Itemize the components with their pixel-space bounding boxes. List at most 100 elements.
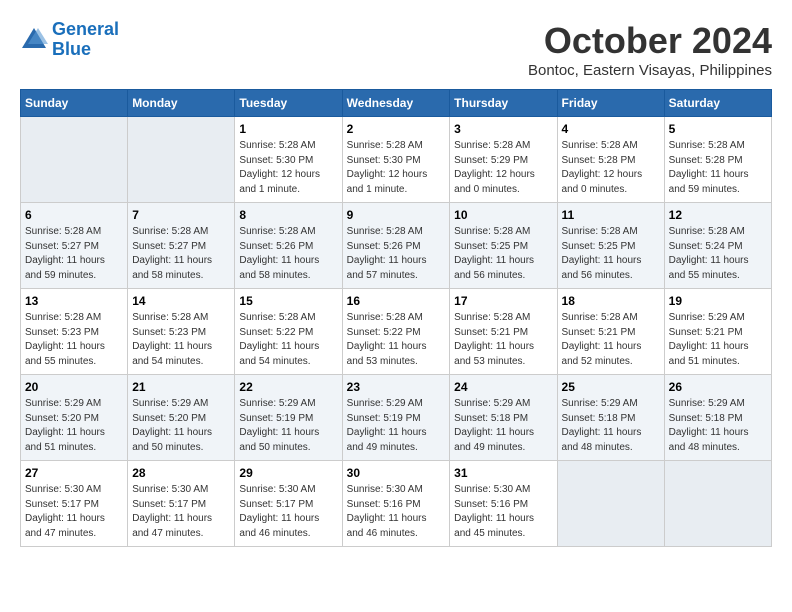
header-cell-tuesday: Tuesday	[235, 90, 342, 117]
day-number: 22	[239, 380, 337, 394]
header-cell-wednesday: Wednesday	[342, 90, 450, 117]
day-info: Sunrise: 5:28 AMSunset: 5:24 PMDaylight:…	[669, 225, 767, 283]
day-cell: 17 Sunrise: 5:28 AMSunset: 5:21 PMDayligh…	[450, 289, 557, 375]
logo-icon	[20, 26, 48, 54]
day-info: Sunrise: 5:28 AMSunset: 5:27 PMDaylight:…	[25, 225, 123, 283]
day-cell	[128, 117, 235, 203]
day-number: 13	[25, 294, 123, 308]
day-cell: 4 Sunrise: 5:28 AMSunset: 5:28 PMDaylight…	[557, 117, 664, 203]
page-header: General Blue October 2024 Bontoc, Easter…	[20, 20, 772, 79]
header-cell-friday: Friday	[557, 90, 664, 117]
day-number: 17	[454, 294, 552, 308]
day-cell: 22 Sunrise: 5:29 AMSunset: 5:19 PMDayligh…	[235, 375, 342, 461]
day-cell: 24Sunrise: 5:29 AMSunset: 5:18 PMDayligh…	[450, 375, 557, 461]
day-number: 28	[132, 466, 230, 480]
day-cell: 15Sunrise: 5:28 AMSunset: 5:22 PMDayligh…	[235, 289, 342, 375]
day-info: Sunrise: 5:28 AMSunset: 5:21 PMDaylight:…	[562, 311, 660, 369]
calendar-header: SundayMondayTuesdayWednesdayThursdayFrid…	[21, 90, 772, 117]
day-info: Sunrise: 5:29 AMSunset: 5:21 PMDaylight:…	[669, 311, 767, 369]
day-info: Sunrise: 5:28 AMSunset: 5:22 PMDaylight:…	[239, 311, 337, 369]
day-info: Sunrise: 5:28 AMSunset: 5:26 PMDaylight:…	[347, 225, 446, 283]
day-cell: 13 Sunrise: 5:28 AMSunset: 5:23 PMDayligh…	[21, 289, 128, 375]
day-info: Sunrise: 5:29 AMSunset: 5:20 PMDaylight:…	[25, 397, 123, 455]
day-number: 9	[347, 208, 446, 222]
calendar-table: SundayMondayTuesdayWednesdayThursdayFrid…	[20, 89, 772, 547]
day-cell: 14 Sunrise: 5:28 AMSunset: 5:23 PMDayligh…	[128, 289, 235, 375]
day-cell: 27Sunrise: 5:30 AMSunset: 5:17 PMDayligh…	[21, 461, 128, 547]
day-info: Sunrise: 5:28 AMSunset: 5:28 PMDaylight:…	[669, 139, 767, 197]
day-cell: 3Sunrise: 5:28 AMSunset: 5:29 PMDaylight…	[450, 117, 557, 203]
month-title: October 2024	[528, 20, 772, 62]
day-info: Sunrise: 5:30 AMSunset: 5:17 PMDaylight:…	[239, 483, 337, 541]
day-cell: 30Sunrise: 5:30 AMSunset: 5:16 PMDayligh…	[342, 461, 450, 547]
day-cell: 21 Sunrise: 5:29 AMSunset: 5:20 PMDayligh…	[128, 375, 235, 461]
day-info: Sunrise: 5:28 AMSunset: 5:23 PMDaylight:…	[25, 311, 123, 369]
day-cell	[21, 117, 128, 203]
header-cell-thursday: Thursday	[450, 90, 557, 117]
day-cell: 8 Sunrise: 5:28 AMSunset: 5:26 PMDaylight…	[235, 203, 342, 289]
title-block: October 2024 Bontoc, Eastern Visayas, Ph…	[528, 20, 772, 79]
day-cell: 31Sunrise: 5:30 AMSunset: 5:16 PMDayligh…	[450, 461, 557, 547]
day-info: Sunrise: 5:28 AMSunset: 5:21 PMDaylight:…	[454, 311, 552, 369]
day-info: Sunrise: 5:29 AMSunset: 5:19 PMDaylight:…	[347, 397, 446, 455]
day-number: 19	[669, 294, 767, 308]
day-info: Sunrise: 5:28 AMSunset: 5:26 PMDaylight:…	[239, 225, 337, 283]
day-cell: 29Sunrise: 5:30 AMSunset: 5:17 PMDayligh…	[235, 461, 342, 547]
day-cell: 5 Sunrise: 5:28 AMSunset: 5:28 PMDaylight…	[664, 117, 771, 203]
day-cell: 7Sunrise: 5:28 AMSunset: 5:27 PMDaylight…	[128, 203, 235, 289]
day-info: Sunrise: 5:28 AMSunset: 5:28 PMDaylight:…	[562, 139, 660, 197]
header-row: SundayMondayTuesdayWednesdayThursdayFrid…	[21, 90, 772, 117]
day-number: 14	[132, 294, 230, 308]
day-number: 11	[562, 208, 660, 222]
day-cell: 10Sunrise: 5:28 AMSunset: 5:25 PMDayligh…	[450, 203, 557, 289]
day-info: Sunrise: 5:30 AMSunset: 5:16 PMDaylight:…	[454, 483, 552, 541]
day-cell: 26 Sunrise: 5:29 AMSunset: 5:18 PMDayligh…	[664, 375, 771, 461]
day-info: Sunrise: 5:29 AMSunset: 5:20 PMDaylight:…	[132, 397, 230, 455]
header-cell-sunday: Sunday	[21, 90, 128, 117]
header-cell-saturday: Saturday	[664, 90, 771, 117]
day-number: 18	[562, 294, 660, 308]
day-number: 7	[132, 208, 230, 222]
day-number: 26	[669, 380, 767, 394]
day-number: 8	[239, 208, 337, 222]
day-number: 4	[562, 122, 660, 136]
day-cell	[664, 461, 771, 547]
day-info: Sunrise: 5:29 AMSunset: 5:19 PMDaylight:…	[239, 397, 337, 455]
day-number: 24	[454, 380, 552, 394]
day-number: 3	[454, 122, 552, 136]
day-cell	[557, 461, 664, 547]
day-cell: 2Sunrise: 5:28 AMSunset: 5:30 PMDaylight…	[342, 117, 450, 203]
day-number: 25	[562, 380, 660, 394]
logo-line1: General	[52, 19, 119, 39]
day-number: 12	[669, 208, 767, 222]
day-info: Sunrise: 5:28 AMSunset: 5:25 PMDaylight:…	[562, 225, 660, 283]
day-cell: 20Sunrise: 5:29 AMSunset: 5:20 PMDayligh…	[21, 375, 128, 461]
day-info: Sunrise: 5:29 AMSunset: 5:18 PMDaylight:…	[669, 397, 767, 455]
day-cell: 12 Sunrise: 5:28 AMSunset: 5:24 PMDayligh…	[664, 203, 771, 289]
day-number: 30	[347, 466, 446, 480]
logo-line2: Blue	[52, 39, 91, 59]
day-info: Sunrise: 5:29 AMSunset: 5:18 PMDaylight:…	[562, 397, 660, 455]
week-row-4: 20Sunrise: 5:29 AMSunset: 5:20 PMDayligh…	[21, 375, 772, 461]
calendar-body: 1Sunrise: 5:28 AMSunset: 5:30 PMDaylight…	[21, 117, 772, 547]
day-cell: 28 Sunrise: 5:30 AMSunset: 5:17 PMDayligh…	[128, 461, 235, 547]
day-number: 23	[347, 380, 446, 394]
day-info: Sunrise: 5:28 AMSunset: 5:30 PMDaylight:…	[239, 139, 337, 197]
week-row-2: 6 Sunrise: 5:28 AMSunset: 5:27 PMDaylight…	[21, 203, 772, 289]
location-title: Bontoc, Eastern Visayas, Philippines	[528, 62, 772, 79]
day-number: 5	[669, 122, 767, 136]
day-cell: 16Sunrise: 5:28 AMSunset: 5:22 PMDayligh…	[342, 289, 450, 375]
day-cell: 6 Sunrise: 5:28 AMSunset: 5:27 PMDaylight…	[21, 203, 128, 289]
day-number: 21	[132, 380, 230, 394]
day-number: 10	[454, 208, 552, 222]
day-cell: 1Sunrise: 5:28 AMSunset: 5:30 PMDaylight…	[235, 117, 342, 203]
header-cell-monday: Monday	[128, 90, 235, 117]
week-row-3: 13 Sunrise: 5:28 AMSunset: 5:23 PMDayligh…	[21, 289, 772, 375]
day-info: Sunrise: 5:30 AMSunset: 5:17 PMDaylight:…	[25, 483, 123, 541]
logo-text: General Blue	[52, 20, 119, 60]
day-info: Sunrise: 5:28 AMSunset: 5:23 PMDaylight:…	[132, 311, 230, 369]
day-number: 6	[25, 208, 123, 222]
day-number: 2	[347, 122, 446, 136]
week-row-1: 1Sunrise: 5:28 AMSunset: 5:30 PMDaylight…	[21, 117, 772, 203]
day-info: Sunrise: 5:30 AMSunset: 5:17 PMDaylight:…	[132, 483, 230, 541]
